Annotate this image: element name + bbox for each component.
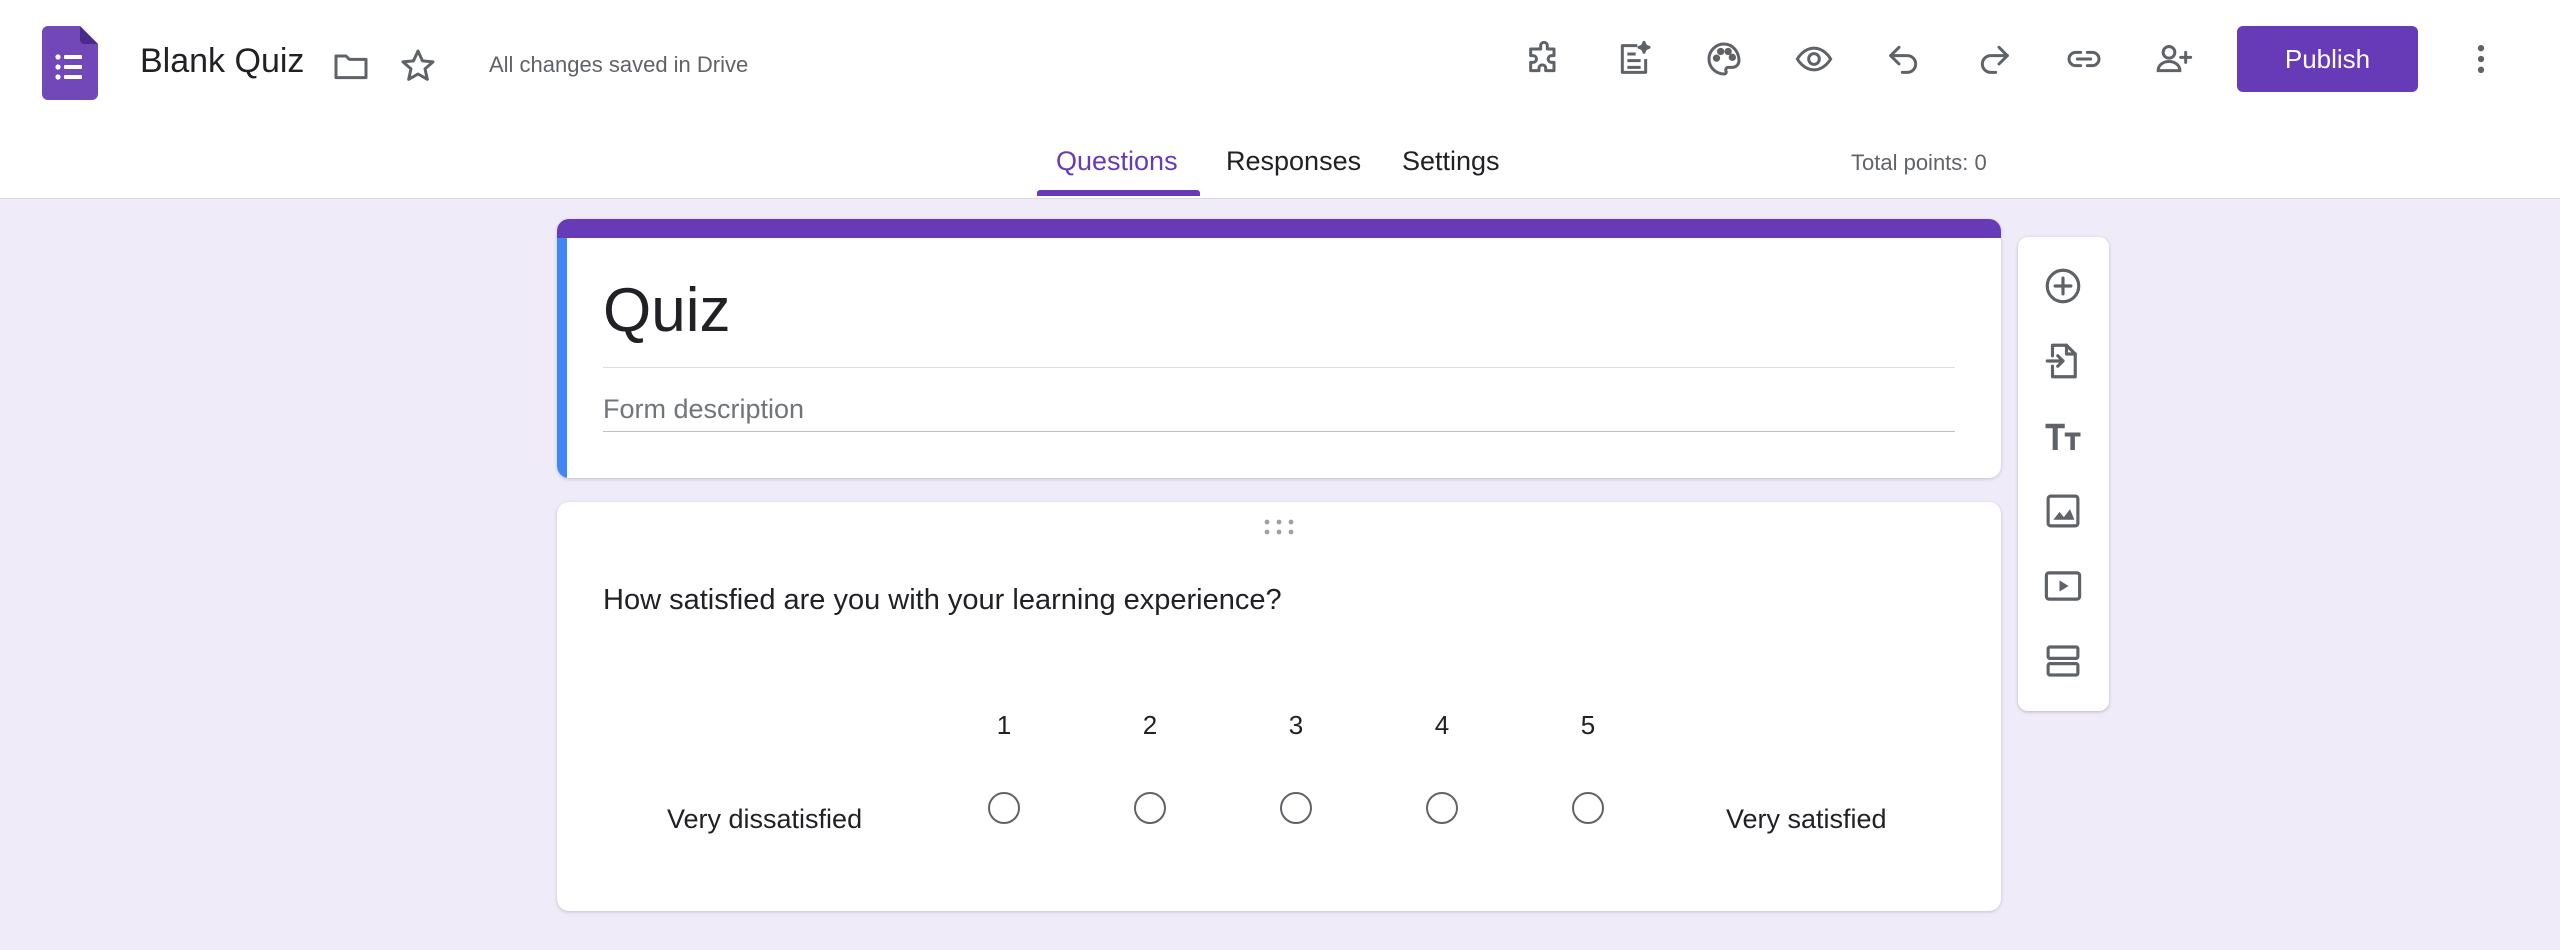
title-underline bbox=[603, 367, 1955, 368]
active-tab-indicator bbox=[1037, 190, 1200, 196]
form-title-input[interactable]: Quiz bbox=[603, 275, 730, 346]
scale-number: 3 bbox=[1288, 710, 1304, 740]
question-title[interactable]: How satisfied are you with your learning… bbox=[603, 584, 1282, 617]
scale-radio-4[interactable] bbox=[1426, 792, 1458, 824]
preview-eye-icon[interactable] bbox=[1786, 31, 1842, 87]
folder-icon[interactable] bbox=[323, 38, 379, 94]
title-card-selection-bar bbox=[557, 238, 567, 478]
scale-radio-5[interactable] bbox=[1572, 792, 1604, 824]
palette-icon[interactable] bbox=[1696, 31, 1752, 87]
redo-icon[interactable] bbox=[1966, 31, 2022, 87]
scale-radio-3[interactable] bbox=[1280, 792, 1312, 824]
scale-number: 4 bbox=[1434, 710, 1450, 740]
scale-number: 5 bbox=[1580, 710, 1596, 740]
scale-low-label: Very dissatisfied bbox=[667, 804, 863, 834]
title-card-accent-bar bbox=[557, 219, 2001, 238]
drag-handle-icon[interactable] bbox=[1263, 518, 1295, 536]
forms-logo-icon[interactable] bbox=[42, 26, 98, 100]
document-title[interactable]: Blank Quiz bbox=[140, 42, 304, 81]
ai-magic-icon[interactable] bbox=[1606, 31, 1662, 87]
add-question-icon[interactable] bbox=[2035, 258, 2091, 314]
import-questions-icon[interactable] bbox=[2035, 333, 2091, 389]
scale-radio-2[interactable] bbox=[1134, 792, 1166, 824]
tab-responses[interactable]: Responses bbox=[1226, 146, 1361, 177]
add-collaborator-icon[interactable] bbox=[2146, 31, 2202, 87]
total-points-label: Total points: 0 bbox=[1851, 150, 1987, 175]
undo-icon[interactable] bbox=[1876, 31, 1932, 87]
add-section-icon[interactable] bbox=[2035, 633, 2091, 689]
scale-radio-1[interactable] bbox=[988, 792, 1020, 824]
link-icon[interactable] bbox=[2056, 31, 2112, 87]
form-description-input[interactable]: Form description bbox=[603, 394, 804, 425]
form-title-card: Quiz Form description bbox=[557, 219, 2001, 478]
scale-high-label: Very satisfied bbox=[1726, 804, 1887, 834]
floating-toolbar bbox=[2018, 237, 2109, 711]
question-card[interactable]: How satisfied are you with your learning… bbox=[557, 502, 2001, 911]
star-icon[interactable] bbox=[390, 38, 446, 94]
publish-button[interactable]: Publish bbox=[2237, 26, 2418, 92]
description-underline bbox=[603, 431, 1955, 432]
add-image-icon[interactable] bbox=[2035, 483, 2091, 539]
addons-icon[interactable] bbox=[1516, 31, 1572, 87]
tab-questions[interactable]: Questions bbox=[1056, 146, 1178, 177]
add-video-icon[interactable] bbox=[2035, 558, 2091, 614]
save-status-text: All changes saved in Drive bbox=[489, 52, 749, 77]
more-vert-icon[interactable] bbox=[2453, 31, 2509, 87]
scale-number: 2 bbox=[1142, 710, 1158, 740]
app-header: Blank Quiz All changes saved in Drive Pu… bbox=[0, 0, 2560, 199]
tab-settings[interactable]: Settings bbox=[1402, 146, 1500, 177]
scale-number: 1 bbox=[996, 710, 1012, 740]
add-title-icon[interactable] bbox=[2035, 408, 2091, 464]
